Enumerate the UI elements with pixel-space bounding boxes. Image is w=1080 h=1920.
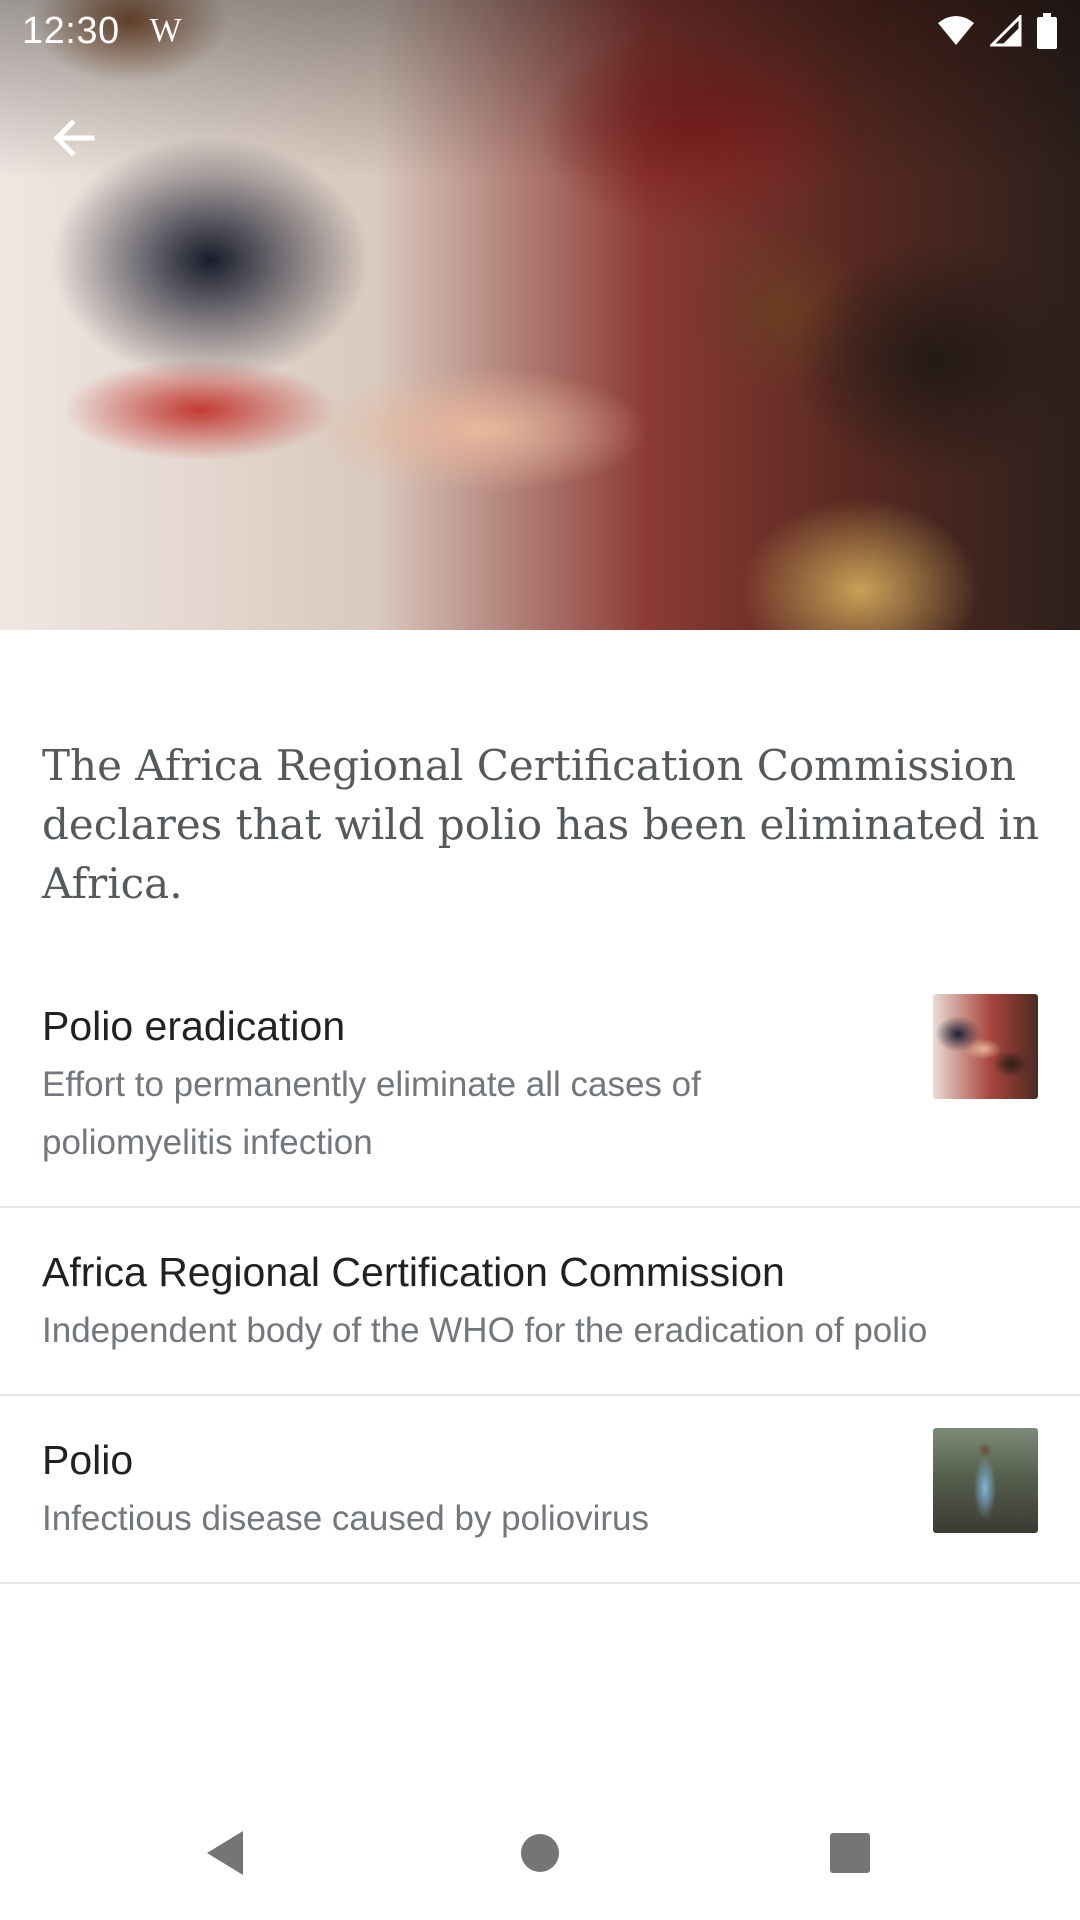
article-list: Polio eradication Effort to permanently …: [0, 962, 1080, 1584]
news-extract: The Africa Regional Certification Commis…: [42, 741, 1040, 908]
status-time: 12:30: [22, 9, 120, 52]
article-title: Polio eradication: [42, 1003, 346, 1049]
circle-home-icon: [518, 1831, 562, 1880]
arrow-left-icon: [50, 114, 98, 167]
wikipedia-icon: W: [149, 12, 182, 49]
navigation-bar: [0, 1790, 1080, 1920]
article-description: Independent body of the WHO for the erad…: [42, 1311, 928, 1350]
list-item-polio[interactable]: Polio Infectious disease caused by polio…: [0, 1396, 1080, 1584]
nav-recents-button[interactable]: [815, 1820, 885, 1890]
article-title: Polio: [42, 1437, 134, 1483]
status-icons: [936, 13, 1058, 49]
triangle-back-icon: [203, 1829, 247, 1882]
screen: 12:30 W The Africa Regional Certificatio…: [0, 0, 1080, 1920]
nav-home-button[interactable]: [505, 1820, 575, 1890]
article-title: Africa Regional Certification Commission: [42, 1249, 785, 1295]
article-thumbnail: [933, 1428, 1038, 1533]
list-item-polio-eradication[interactable]: Polio eradication Effort to permanently …: [0, 962, 1080, 1208]
nav-back-button[interactable]: [190, 1820, 260, 1890]
back-button[interactable]: [34, 100, 114, 180]
article-description: Infectious disease caused by poliovirus: [42, 1499, 650, 1538]
wifi-icon: [936, 15, 976, 47]
square-recents-icon: [829, 1832, 871, 1879]
signal-icon: [990, 15, 1022, 47]
status-bar: 12:30 W: [0, 0, 1080, 62]
list-item-africa-commission[interactable]: Africa Regional Certification Commission…: [0, 1208, 1080, 1396]
article-description: Effort to permanently eliminate all case…: [42, 1065, 701, 1162]
battery-icon: [1036, 13, 1058, 49]
article-thumbnail: [933, 994, 1038, 1099]
